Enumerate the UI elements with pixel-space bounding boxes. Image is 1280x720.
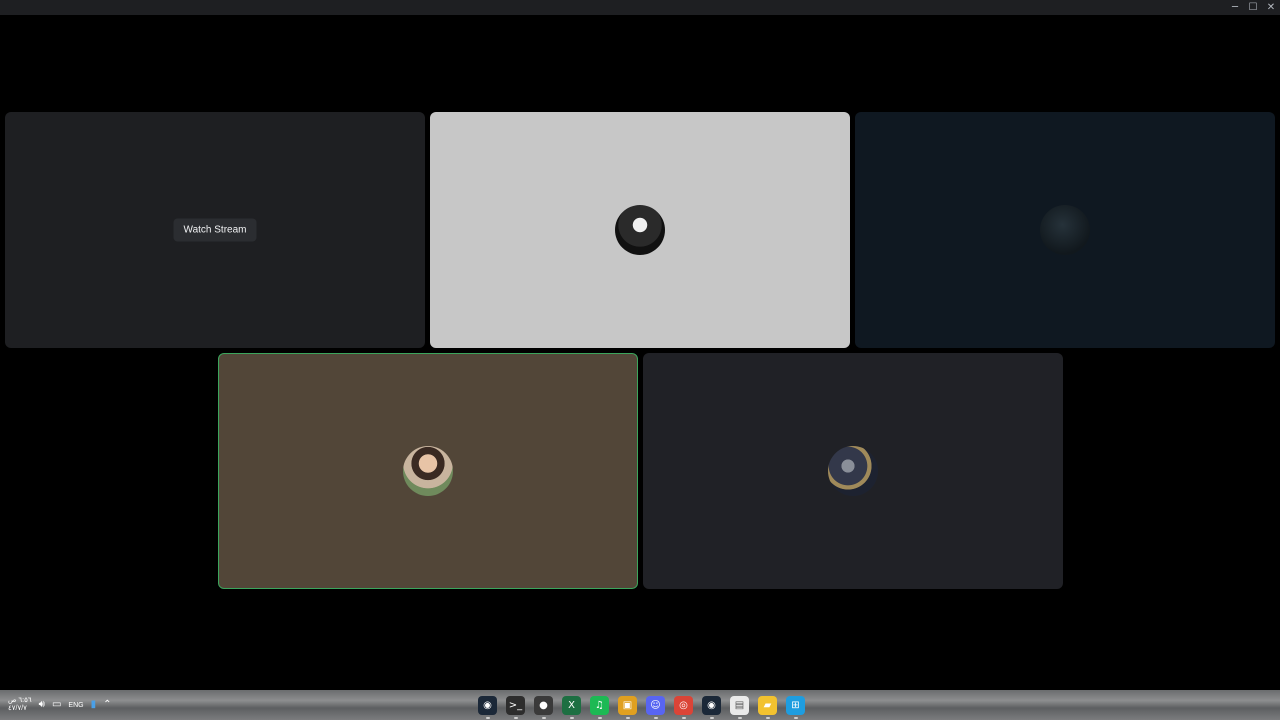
title-bar: ─ ☐ ✕ — [0, 0, 1280, 15]
media-app-icon[interactable]: ▣ — [618, 695, 637, 719]
avatar — [615, 205, 665, 255]
watch-stream-button[interactable]: Watch Stream — [173, 218, 257, 242]
running-indicator — [625, 716, 630, 719]
chevron-up-icon[interactable]: ⌃ — [103, 700, 111, 710]
obs-icon[interactable]: ● — [534, 695, 553, 719]
steam-2-icon[interactable]: ◉ — [702, 695, 721, 719]
window-controls: ─ ☐ ✕ — [1226, 0, 1280, 15]
microphone-icon[interactable]: ▮ — [91, 700, 97, 710]
system-tray: ٦:٥٦ ص ٤٧/٧/٧ 🔊︎ ▭ ENG ▮ ⌃ — [8, 690, 112, 720]
running-indicator — [513, 716, 518, 719]
running-indicator — [737, 716, 742, 719]
video-grid: Watch Stream — [0, 15, 1280, 690]
clock[interactable]: ٦:٥٦ ص ٤٧/٧/٧ — [8, 697, 32, 713]
running-indicator — [653, 716, 658, 719]
running-indicator — [485, 716, 490, 719]
language-indicator[interactable]: ENG — [68, 702, 83, 709]
close-button[interactable]: ✕ — [1262, 0, 1280, 15]
notepad-icon[interactable]: ▤ — [730, 695, 749, 719]
running-indicator — [765, 716, 770, 719]
participant-tile-2[interactable] — [430, 112, 850, 348]
participant-tile-1[interactable]: Watch Stream — [5, 112, 425, 348]
maximize-button[interactable]: ☐ — [1244, 0, 1262, 15]
running-indicator — [793, 716, 798, 719]
clock-date: ٤٧/٧/٧ — [8, 705, 27, 712]
running-indicator — [597, 716, 602, 719]
running-indicator — [709, 716, 714, 719]
participant-tile-5[interactable] — [643, 353, 1063, 589]
chrome-icon[interactable]: ◎ — [674, 695, 693, 719]
steam-icon[interactable]: ◉ — [478, 695, 497, 719]
clock-time: ٦:٥٦ ص — [8, 697, 32, 704]
participant-tile-4-speaking[interactable] — [218, 353, 638, 589]
avatar — [403, 446, 453, 496]
running-indicator — [569, 716, 574, 719]
participant-tile-3[interactable] — [855, 112, 1275, 348]
speaker-icon[interactable]: 🔊︎ — [39, 700, 45, 710]
taskbar: ٦:٥٦ ص ٤٧/٧/٧ 🔊︎ ▭ ENG ▮ ⌃ ◉ >_ ● X ♫ ▣ ☺ ◎ ◉ ▤ ▰ ⊞ — [0, 690, 1280, 720]
excel-icon[interactable]: X — [562, 695, 581, 719]
avatar — [1040, 205, 1090, 255]
terminal-icon[interactable]: >_ — [506, 695, 525, 719]
network-icon[interactable]: ▭ — [52, 700, 61, 710]
start-icon[interactable]: ⊞ — [786, 695, 805, 719]
running-indicator — [681, 716, 686, 719]
file-explorer-icon[interactable]: ▰ — [758, 695, 777, 719]
discord-icon[interactable]: ☺ — [646, 695, 665, 719]
taskbar-apps: ◉ >_ ● X ♫ ▣ ☺ ◎ ◉ ▤ ▰ ⊞ — [478, 690, 805, 720]
spotify-icon[interactable]: ♫ — [590, 695, 609, 719]
minimize-button[interactable]: ─ — [1226, 0, 1244, 15]
running-indicator — [541, 716, 546, 719]
avatar — [828, 446, 878, 496]
